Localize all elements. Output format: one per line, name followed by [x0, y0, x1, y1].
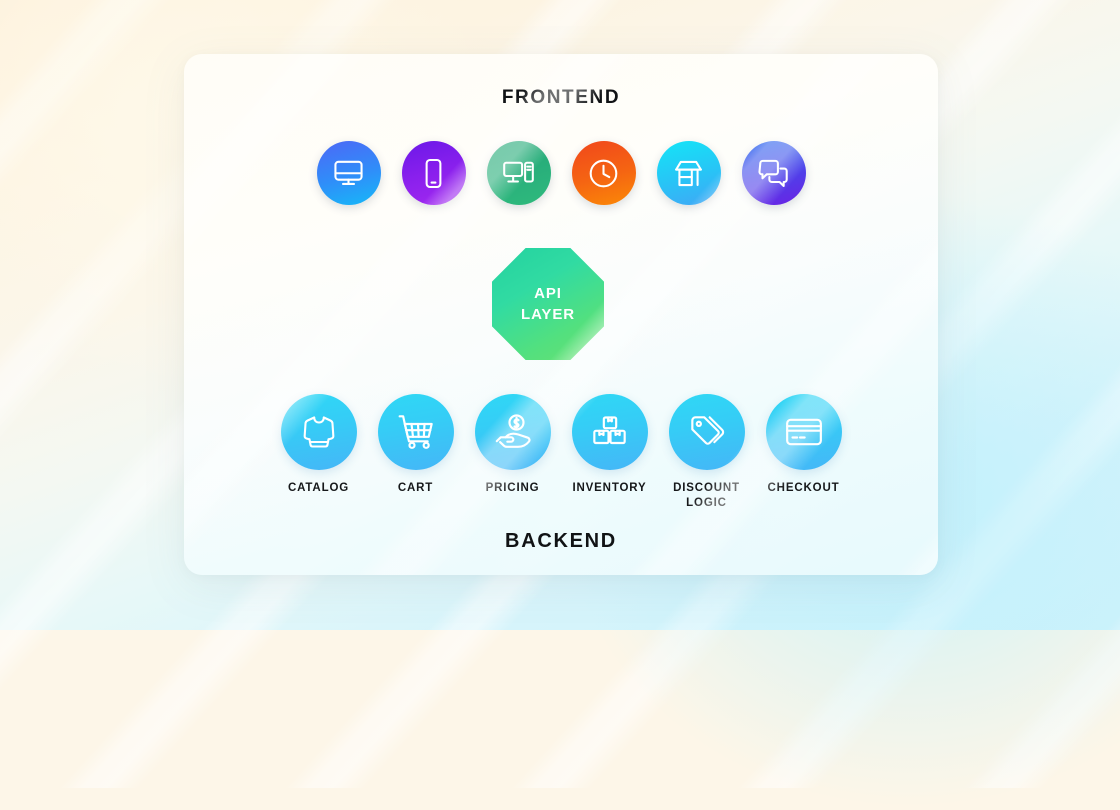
- shopping-cart-icon: [396, 412, 436, 452]
- backend-node-inventory[interactable]: INVENTORY: [571, 394, 648, 496]
- backend-node-label: INVENTORY: [572, 482, 647, 494]
- backend-icon-circle[interactable]: [765, 394, 842, 470]
- api-layer-wrap: API LAYER: [184, 248, 938, 360]
- backend-node-label: CART: [397, 482, 434, 494]
- backend-node-label: CATALOG: [287, 482, 350, 494]
- backend-icon-circle[interactable]: [571, 394, 648, 470]
- hand-holding-coin-icon: [493, 412, 533, 452]
- frontend-icon-circle[interactable]: [741, 141, 806, 205]
- frontend-node-mobile-phone[interactable]: [401, 141, 466, 205]
- boxes-icon: [590, 412, 630, 452]
- backend-icon-circle[interactable]: [474, 394, 551, 470]
- credit-card-icon: [784, 412, 824, 452]
- backend-icon-circle[interactable]: [377, 394, 454, 470]
- frontend-node-clock[interactable]: [571, 141, 636, 205]
- backend-node-checkout[interactable]: CHECKOUT: [765, 394, 842, 496]
- diagram-card: FRONTEND API LAYER CATALOG CART PRICING …: [184, 54, 938, 575]
- api-layer-line1: API: [534, 285, 562, 302]
- backend-icon-circle[interactable]: [668, 394, 745, 470]
- sweater-icon: [299, 412, 339, 452]
- price-tags-icon: [687, 412, 727, 452]
- backend-node-catalog[interactable]: CATALOG: [280, 394, 357, 496]
- storefront-icon: [672, 157, 705, 190]
- mobile-phone-icon: [417, 157, 450, 190]
- backend-section-title: BACKEND: [505, 530, 617, 552]
- backend-node-label: DISCOUNT LOGIC: [673, 482, 740, 509]
- frontend-icon-circle[interactable]: [656, 141, 721, 205]
- frontend-node-storefront[interactable]: [656, 141, 721, 205]
- backend-icon-circle[interactable]: [280, 394, 357, 470]
- backend-node-label: PRICING: [485, 482, 540, 494]
- backend-node-discount-logic[interactable]: DISCOUNT LOGIC: [668, 394, 745, 511]
- desktop-monitor-icon: [332, 157, 365, 190]
- frontend-node-desktop-monitor[interactable]: [316, 141, 381, 205]
- frontend-icon-circle[interactable]: [401, 141, 466, 205]
- frontend-section-title: FRONTEND: [501, 87, 621, 108]
- frontend-icon-circle[interactable]: [571, 141, 636, 205]
- desktop-tower-icon: [502, 157, 535, 190]
- frontend-node-row: [184, 141, 938, 205]
- chat-bubbles-icon: [757, 157, 790, 190]
- api-layer-line2: LAYER: [521, 306, 575, 323]
- frontend-node-desktop-tower[interactable]: [486, 141, 551, 205]
- frontend-icon-circle[interactable]: [316, 141, 381, 205]
- backend-node-pricing[interactable]: PRICING: [474, 394, 551, 496]
- backend-node-row: CATALOG CART PRICING INVENTORY DISCOUNT …: [184, 394, 938, 511]
- backend-node-cart[interactable]: CART: [377, 394, 454, 496]
- api-layer-octagon[interactable]: API LAYER: [492, 248, 604, 360]
- frontend-node-chat-bubbles[interactable]: [741, 141, 806, 205]
- clock-icon: [587, 157, 620, 190]
- frontend-icon-circle[interactable]: [486, 141, 551, 205]
- backend-node-label: CHECKOUT: [767, 482, 840, 494]
